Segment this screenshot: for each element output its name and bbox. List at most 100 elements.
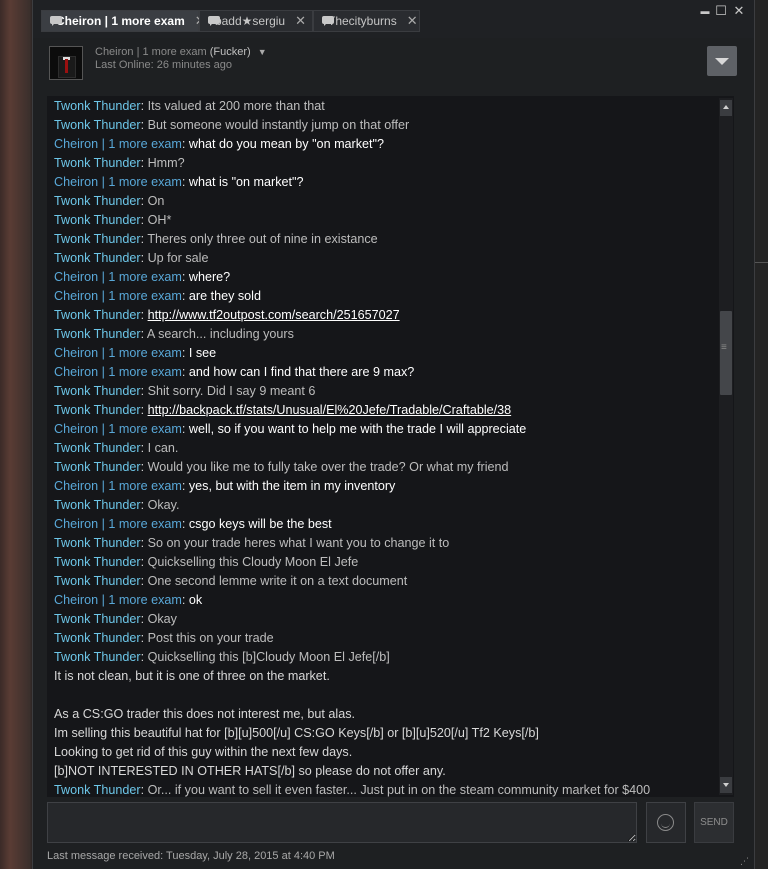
chat-message: Twonk Thunder: But someone would instant… [54, 116, 714, 135]
sender-separator: : [181, 365, 189, 379]
message-sender[interactable]: Cheiron | 1 more exam [54, 289, 182, 303]
sender-separator: : [181, 346, 189, 360]
close-button[interactable]: ✕ [731, 3, 747, 19]
message-sender[interactable]: Twonk Thunder [54, 631, 141, 645]
message-text: Shit sorry. Did I say 9 meant 6 [147, 384, 316, 398]
message-text: I can. [147, 441, 179, 455]
message-sender[interactable]: Twonk Thunder [54, 403, 141, 417]
message-text: and how can I find that there are 9 max? [188, 365, 415, 379]
message-sender[interactable]: Cheiron | 1 more exam [54, 270, 182, 284]
scroll-up-button[interactable] [720, 100, 732, 116]
message-text: Would you like me to fully take over the… [147, 460, 509, 474]
minimize-button[interactable]: ▬ [697, 3, 713, 19]
chat-message: Twonk Thunder: Its valued at 200 more th… [54, 97, 714, 116]
message-sender[interactable]: Twonk Thunder [54, 213, 141, 227]
chat-message [54, 686, 714, 705]
message-text: well, so if you want to help me with the… [188, 422, 527, 436]
sender-separator: : [140, 118, 148, 132]
message-text: Okay. [147, 498, 180, 512]
sender-separator: : [140, 574, 148, 588]
message-text: yes, but with the item in my inventory [188, 479, 396, 493]
sender-separator: : [140, 536, 148, 550]
message-sender[interactable]: Twonk Thunder [54, 783, 141, 797]
message-sender[interactable]: Twonk Thunder [54, 118, 141, 132]
message-sender[interactable]: Twonk Thunder [54, 574, 141, 588]
resize-grip-icon[interactable]: ⋰ [740, 856, 750, 866]
scroll-down-button[interactable] [720, 777, 732, 793]
message-text: Post this on your trade [147, 631, 274, 645]
chat-message: Twonk Thunder: Post this on your trade [54, 629, 714, 648]
chevron-down-icon[interactable]: ▼ [258, 47, 267, 57]
chat-message: Twonk Thunder: http://backpack.tf/stats/… [54, 401, 714, 420]
message-link[interactable]: http://www.tf2outpost.com/search/2516570… [148, 308, 400, 322]
chat-message: Twonk Thunder: Shit sorry. Did I say 9 m… [54, 382, 714, 401]
chat-message: Cheiron | 1 more exam: csgo keys will be… [54, 515, 714, 534]
avatar[interactable] [49, 46, 83, 80]
sender-separator: : [140, 650, 148, 664]
chat-message: Cheiron | 1 more exam: where? [54, 268, 714, 287]
chat-bubble-icon [208, 15, 220, 27]
message-sender[interactable]: Twonk Thunder [54, 441, 141, 455]
message-sender[interactable]: Twonk Thunder [54, 460, 141, 474]
compose-row: SEND [47, 802, 734, 844]
message-sender[interactable]: Twonk Thunder [54, 384, 141, 398]
avatar-tie [65, 59, 68, 73]
title-bar[interactable]: Cheiron | 1 more exam ✕ badd★sergiu ✕ Th… [33, 0, 754, 38]
scroll-thumb[interactable] [720, 311, 732, 395]
message-link[interactable]: http://backpack.tf/stats/Unusual/El%20Je… [148, 403, 512, 417]
sender-separator: : [181, 422, 189, 436]
message-sender[interactable]: Twonk Thunder [54, 536, 141, 550]
message-sender[interactable]: Cheiron | 1 more exam [54, 365, 182, 379]
tab-close-icon[interactable]: ✕ [407, 13, 418, 29]
sender-separator: : [140, 213, 148, 227]
message-sender[interactable]: Twonk Thunder [54, 308, 141, 322]
message-sender[interactable]: Twonk Thunder [54, 650, 141, 664]
message-sender[interactable]: Twonk Thunder [54, 498, 141, 512]
message-sender[interactable]: Cheiron | 1 more exam [54, 175, 182, 189]
message-sender[interactable]: Cheiron | 1 more exam [54, 593, 182, 607]
message-sender[interactable]: Cheiron | 1 more exam [54, 479, 182, 493]
message-text: On [147, 194, 165, 208]
message-sender[interactable]: Twonk Thunder [54, 612, 141, 626]
chat-message: Twonk Thunder: A search... including you… [54, 325, 714, 344]
maximize-button[interactable]: ☐ [713, 3, 729, 19]
message-text: One second lemme write it on a text docu… [147, 574, 408, 588]
sender-separator: : [140, 403, 148, 417]
tab-close-icon[interactable]: ✕ [295, 13, 306, 29]
send-button[interactable]: SEND [694, 802, 734, 843]
message-sender[interactable]: Twonk Thunder [54, 251, 141, 265]
message-text: But someone would instantly jump on that… [147, 118, 410, 132]
message-sender[interactable]: Twonk Thunder [54, 555, 141, 569]
tab-cheiron[interactable]: Cheiron | 1 more exam ✕ [41, 10, 206, 32]
tab-badd-sergiu[interactable]: badd★sergiu ✕ [199, 10, 313, 32]
message-input[interactable] [47, 802, 637, 843]
message-sender[interactable]: Twonk Thunder [54, 327, 141, 341]
tab-thecityburns[interactable]: Thecityburns ✕ [313, 10, 420, 32]
sender-separator: : [181, 175, 189, 189]
friend-nickname: (Fucker) [209, 46, 251, 58]
message-sender[interactable]: Twonk Thunder [54, 194, 141, 208]
sender-separator: : [140, 612, 148, 626]
friend-name-line[interactable]: Cheiron | 1 more exam (Fucker) ▼ [95, 46, 267, 58]
message-text: where? [188, 270, 231, 284]
chat-message: Cheiron | 1 more exam: ok [54, 591, 714, 610]
scrollbar[interactable] [719, 98, 733, 795]
scroll-track[interactable] [719, 118, 733, 775]
sender-separator: : [181, 593, 189, 607]
chat-history[interactable]: Twonk Thunder: Its valued at 200 more th… [47, 96, 734, 797]
sender-separator: : [140, 156, 148, 170]
message-sender[interactable]: Cheiron | 1 more exam [54, 137, 182, 151]
message-sender[interactable]: Twonk Thunder [54, 99, 141, 113]
message-sender[interactable]: Cheiron | 1 more exam [54, 346, 182, 360]
friend-header: Cheiron | 1 more exam (Fucker) ▼ Last On… [33, 38, 754, 90]
message-sender[interactable]: Cheiron | 1 more exam [54, 422, 182, 436]
sender-separator: : [140, 251, 148, 265]
message-sender[interactable]: Twonk Thunder [54, 232, 141, 246]
message-sender[interactable]: Twonk Thunder [54, 156, 141, 170]
sender-separator: : [140, 631, 148, 645]
message-sender[interactable]: Cheiron | 1 more exam [54, 517, 182, 531]
emoticon-button[interactable] [646, 802, 686, 843]
sender-separator: : [140, 498, 148, 512]
sender-separator: : [181, 137, 189, 151]
chat-options-dropdown-button[interactable] [707, 46, 737, 76]
